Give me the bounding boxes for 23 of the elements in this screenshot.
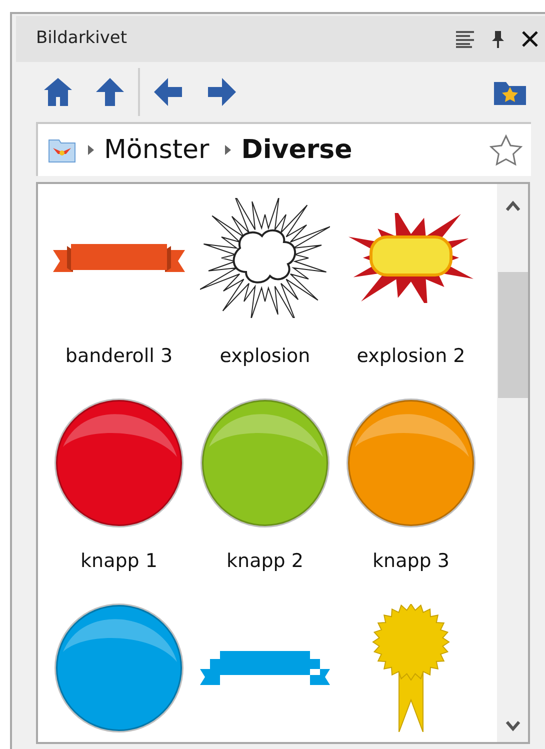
item-label[interactable]: banderoll 3 (65, 342, 173, 370)
panel-title: Bildarkivet (36, 27, 128, 50)
item-label[interactable]: knapp 1 (80, 547, 158, 576)
item-label[interactable]: explosion (220, 342, 310, 370)
menu-icon[interactable] (455, 29, 475, 49)
home-icon[interactable] (42, 76, 74, 108)
scrollbar-thumb[interactable] (498, 272, 528, 398)
item-label[interactable]: explosion 2 (356, 342, 466, 370)
item-label[interactable]: knapp 2 (226, 547, 304, 576)
caret-icon (223, 143, 234, 157)
scroll-down-icon[interactable] (504, 720, 520, 732)
star-icon[interactable] (489, 134, 523, 166)
pin-icon[interactable] (491, 30, 505, 48)
breadcrumb-item[interactable]: Mönster (100, 130, 214, 170)
item-label[interactable]: knapp 3 (372, 547, 450, 576)
forward-arrow-icon[interactable] (206, 76, 238, 108)
scroll-up-icon[interactable] (504, 200, 520, 212)
breadcrumb-item[interactable]: Diverse (237, 130, 356, 170)
close-icon[interactable] (521, 30, 539, 48)
up-arrow-icon[interactable] (94, 76, 126, 108)
caret-icon (86, 143, 96, 157)
scrollbar[interactable] (497, 184, 528, 742)
back-arrow-icon[interactable] (152, 76, 184, 108)
